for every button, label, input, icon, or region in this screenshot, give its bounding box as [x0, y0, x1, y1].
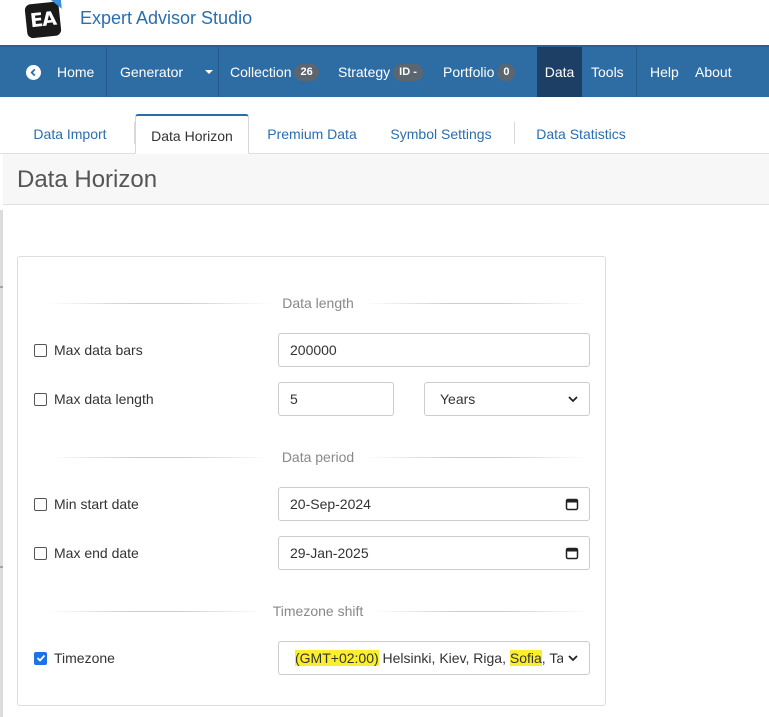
section-title: Timezone shift: [272, 603, 364, 619]
max-data-length-unit-value: Years: [440, 391, 476, 407]
timezone-label[interactable]: Timezone: [54, 650, 115, 666]
nav-portfolio[interactable]: Portfolio 0: [443, 47, 516, 97]
nav-data-label: Data: [544, 64, 575, 80]
strategy-id-badge: ID -: [393, 63, 423, 81]
calendar-icon[interactable]: [565, 497, 579, 514]
main-navbar: Home Generator Collection 26 Strategy ID…: [0, 45, 769, 97]
max-end-date-checkbox[interactable]: [34, 546, 47, 560]
nav-collection-label: Collection: [230, 64, 292, 80]
nav-data[interactable]: Data: [537, 47, 582, 97]
max-end-date-row: Max end date: [34, 543, 139, 563]
chevron-down-icon: [567, 651, 579, 667]
nav-home-label: Home: [57, 64, 95, 80]
nav-help[interactable]: Help: [650, 47, 679, 97]
app-logo[interactable]: EA: [24, 1, 62, 39]
data-tabs: Data Import Data Horizon Premium Data Sy…: [0, 97, 769, 154]
data-horizon-panel: Data length Max data bars 200000 Max dat…: [17, 256, 606, 706]
min-start-date-label[interactable]: Min start date: [54, 496, 139, 512]
section-data-period: Data period: [48, 449, 589, 465]
tab-data-statistics[interactable]: Data Statistics: [524, 114, 638, 153]
collection-count-badge: 26: [294, 63, 319, 81]
nav-divider: [636, 47, 637, 97]
min-start-date-input[interactable]: 20-Sep-2024: [278, 487, 590, 521]
tab-data-import[interactable]: Data Import: [18, 114, 122, 153]
nav-divider: [218, 47, 219, 97]
nav-generator[interactable]: Generator: [120, 47, 214, 97]
tab-divider: [134, 122, 135, 144]
nav-divider: [106, 47, 107, 97]
tab-symbol-settings[interactable]: Symbol Settings: [377, 114, 505, 153]
nav-about[interactable]: About: [695, 47, 732, 97]
max-data-length-checkbox[interactable]: [34, 392, 47, 406]
tab-premium-data[interactable]: Premium Data: [256, 114, 368, 153]
timezone-select[interactable]: (GMT+02:00) Helsinki, Kiev, Riga, Sofia,…: [278, 641, 590, 675]
max-data-bars-label[interactable]: Max data bars: [54, 342, 143, 358]
min-start-date-value: 20-Sep-2024: [290, 496, 371, 512]
max-data-length-row: Max data length: [34, 389, 154, 409]
nav-help-label: Help: [650, 64, 679, 80]
max-data-bars-checkbox[interactable]: [34, 343, 47, 357]
timezone-cities-text: Helsinki, Kiev, Riga,: [378, 650, 510, 666]
app-title[interactable]: Expert Advisor Studio: [80, 8, 252, 29]
edge-mark: [0, 566, 3, 568]
max-data-bars-value: 200000: [290, 342, 337, 358]
timezone-offset-highlight: (GMT+02:00): [295, 650, 379, 666]
home-icon: [26, 64, 41, 80]
max-end-date-value: 29-Jan-2025: [290, 545, 369, 561]
section-timezone-shift: Timezone shift: [48, 603, 589, 619]
app-header: EA Expert Advisor Studio: [0, 0, 769, 45]
max-end-date-label[interactable]: Max end date: [54, 545, 139, 561]
nav-home[interactable]: Home: [26, 47, 94, 97]
max-data-bars-row: Max data bars: [34, 340, 143, 360]
nav-strategy[interactable]: Strategy ID -: [338, 47, 423, 97]
nav-about-label: About: [695, 64, 732, 80]
max-end-date-input[interactable]: 29-Jan-2025: [278, 536, 590, 570]
nav-strategy-label: Strategy: [338, 64, 391, 80]
calendar-icon[interactable]: [565, 546, 579, 563]
max-data-length-value: 5: [290, 391, 298, 407]
timezone-cities-rest: , Tallinn, Vilnius: [541, 650, 563, 666]
section-title: Data length: [282, 295, 354, 311]
nav-portfolio-label: Portfolio: [443, 64, 495, 80]
nav-collection[interactable]: Collection 26: [230, 47, 319, 97]
nav-generator-label: Generator: [120, 64, 184, 80]
section-title: Data period: [281, 449, 355, 465]
portfolio-count-badge: 0: [497, 63, 516, 81]
nav-tools-label: Tools: [591, 64, 624, 80]
nav-tools[interactable]: Tools: [591, 47, 624, 97]
caret-down-icon: [205, 70, 214, 74]
checkmark-icon: [36, 654, 45, 662]
timezone-city-highlight: Sofia: [509, 650, 542, 666]
tab-divider: [514, 122, 515, 144]
max-data-length-unit-select[interactable]: Years: [424, 382, 590, 416]
max-data-length-input[interactable]: 5: [278, 382, 394, 416]
section-data-length: Data length: [48, 295, 589, 311]
page-title: Data Horizon: [17, 166, 158, 193]
max-data-length-label[interactable]: Max data length: [54, 391, 154, 407]
tab-data-horizon[interactable]: Data Horizon: [135, 114, 249, 154]
chevron-down-icon: [567, 392, 579, 408]
edge-mark: [0, 286, 3, 288]
min-start-date-row: Min start date: [34, 494, 139, 514]
min-start-date-checkbox[interactable]: [34, 497, 47, 511]
page-title-bar: Data Horizon: [3, 154, 769, 205]
timezone-row: Timezone: [34, 648, 115, 668]
timezone-checkbox[interactable]: [34, 651, 47, 665]
max-data-bars-input[interactable]: 200000: [278, 333, 590, 367]
timezone-value: (GMT+02:00) Helsinki, Kiev, Riga, Sofia,…: [295, 650, 563, 666]
